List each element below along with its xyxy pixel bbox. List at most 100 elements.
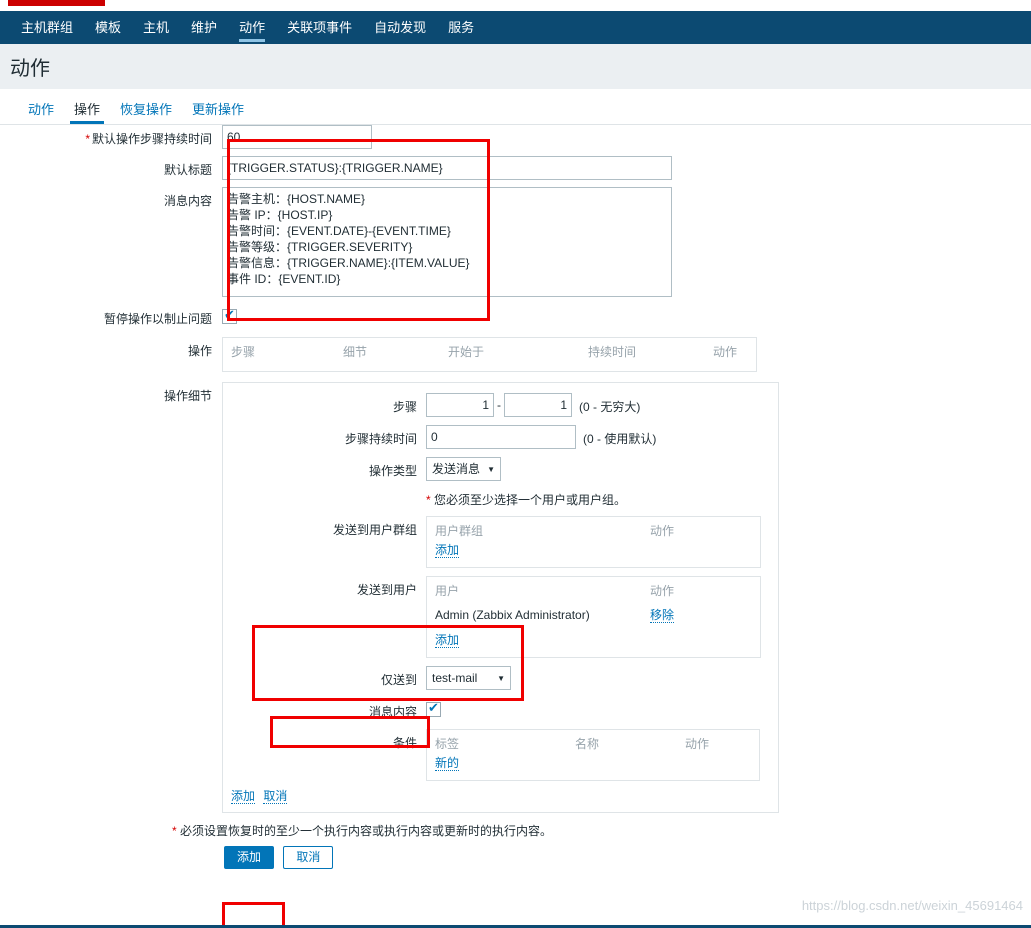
- user-groups-table: 用户群组 添加 动作: [426, 516, 761, 568]
- conditions-table: 标签 新的 名称 动作: [426, 729, 760, 781]
- label-message-body: 消息内容: [163, 194, 212, 208]
- tab-operations[interactable]: 操作: [64, 103, 110, 124]
- page-title: 动作: [10, 58, 50, 80]
- step-to-input[interactable]: [504, 393, 572, 417]
- form-footer-buttons: 添加 取消: [224, 846, 1031, 869]
- label-send-to-users: 发送到用户: [356, 583, 417, 597]
- operation-panel-add-link[interactable]: 添加: [231, 789, 256, 804]
- user-groups-table-actions: 动作: [642, 517, 760, 567]
- default-subject-input[interactable]: [222, 156, 672, 180]
- column-start-in: 开始于: [448, 345, 485, 359]
- field-pause-operations: 暂停操作以制止问题: [0, 305, 1031, 327]
- steps-hint: (0 - 无穷大): [579, 400, 641, 414]
- user-groups-add-link[interactable]: 添加: [435, 543, 460, 558]
- users-add-row: 添加: [435, 631, 634, 650]
- label-operation-type: 操作类型: [368, 464, 417, 478]
- page-header-bar: [0, 44, 1031, 89]
- users-table: 用户 Admin (Zabbix Administrator) 添加 动作 移除: [426, 576, 761, 658]
- users-add-link[interactable]: 添加: [435, 633, 460, 648]
- column-details: 细节: [343, 345, 368, 359]
- conditions-new-link[interactable]: 新的: [435, 756, 460, 771]
- nav-item-host-groups[interactable]: 主机群组: [10, 11, 84, 44]
- column-action: 动作: [713, 345, 738, 359]
- field-send-to-user-groups: 发送到用户群组 用户群组 添加 动作: [223, 516, 778, 568]
- tab-recovery-operations[interactable]: 恢复操作: [110, 103, 182, 124]
- field-steps: 步骤 - (0 - 无穷大): [223, 393, 778, 417]
- nav-item-actions[interactable]: 动作: [228, 11, 276, 44]
- label-pause-operations: 暂停操作以制止问题: [103, 312, 212, 326]
- users-row-name: Admin (Zabbix Administrator): [435, 608, 590, 622]
- label-steps: 步骤: [392, 400, 417, 414]
- label-send-only-to: 仅送到: [380, 673, 417, 687]
- operation-panel-cancel-link[interactable]: 取消: [263, 789, 288, 804]
- conditions-column-action: 动作: [685, 737, 710, 751]
- operation-panel-actions: 添加 取消: [223, 789, 778, 804]
- label-default-step-duration: * 默认操作步骤持续时间: [85, 132, 212, 146]
- user-groups-add-row: 添加: [435, 541, 634, 560]
- row-required-note: * 您必须至少选择一个用户或用户组。: [223, 489, 778, 508]
- label-step-duration: 步骤持续时间: [344, 432, 417, 446]
- field-operation-type: 操作类型 发送消息: [223, 457, 778, 482]
- conditions-action-column: 动作: [685, 735, 709, 773]
- nav-item-hosts[interactable]: 主机: [132, 11, 180, 44]
- conditions-column-label: 标签: [435, 737, 460, 751]
- step-duration-input[interactable]: [426, 425, 576, 449]
- zabbix-action-operations-page: 主机群组 模板 主机 维护 动作 关联项事件 自动发现 服务 动作 动作 操作 …: [0, 0, 1031, 928]
- conditions-column-name: 名称: [575, 737, 600, 751]
- conditions-table-body: 标签 新的 名称 动作: [427, 730, 759, 780]
- pause-operations-checkbox[interactable]: [222, 307, 237, 324]
- conditions-new-row: 新的: [435, 754, 575, 773]
- submit-button[interactable]: 添加: [224, 846, 275, 869]
- users-table-actions: 动作 移除: [642, 577, 760, 657]
- operation-details-panel: 步骤 - (0 - 无穷大) 步骤持续时间 (0 - 使用默认) 操作类型 发送…: [222, 382, 779, 813]
- field-send-only-to: 仅送到 test-mail: [223, 666, 778, 691]
- column-step: 步骤: [231, 345, 256, 359]
- operations-table: 步骤 细节 开始于 持续时间 动作: [222, 337, 757, 372]
- footer-note-asterisk: *: [172, 824, 177, 838]
- required-note: * 您必须至少选择一个用户或用户组。: [426, 493, 627, 507]
- user-groups-column-header: 用户群组: [435, 524, 484, 538]
- step-from-input[interactable]: [426, 393, 494, 417]
- label-send-to-user-groups: 发送到用户群组: [332, 523, 417, 537]
- field-send-to-users: 发送到用户 用户 Admin (Zabbix Administrator) 添加…: [223, 576, 778, 658]
- nav-item-services[interactable]: 服务: [437, 11, 485, 44]
- field-message-body: 消息内容 告警主机：{HOST.NAME} 告警 IP：{HOST.IP} 告警…: [0, 187, 1031, 297]
- custom-message-checkbox[interactable]: [426, 700, 441, 717]
- nav-item-templates[interactable]: 模板: [84, 11, 132, 44]
- nav-item-maintenance[interactable]: 维护: [180, 11, 228, 44]
- field-custom-message: 消息内容: [223, 698, 778, 720]
- send-only-to-select[interactable]: test-mail: [426, 666, 511, 691]
- user-groups-action-header: 动作: [650, 524, 675, 538]
- main-navigation: 主机群组 模板 主机 维护 动作 关联项事件 自动发现 服务: [0, 11, 1031, 44]
- users-action-header: 动作: [650, 584, 675, 598]
- required-asterisk: *: [85, 132, 90, 146]
- label-spacer-required-note: [223, 489, 426, 494]
- field-operation-details: 操作细节 步骤 - (0 - 无穷大) 步骤持续时间 (0 - 使用默认): [0, 382, 1031, 813]
- message-body-textarea[interactable]: 告警主机：{HOST.NAME} 告警 IP：{HOST.IP} 告警时间：{E…: [222, 187, 672, 297]
- step-range-separator: -: [497, 398, 501, 412]
- label-conditions: 条件: [392, 736, 417, 750]
- label-operations: 操作: [187, 344, 212, 358]
- operation-type-select[interactable]: 发送消息: [426, 457, 502, 482]
- operations-form: *默认操作步骤持续时间 默认标题 消息内容 告警主机：{HOST.NAME} 告…: [0, 125, 1031, 869]
- field-default-subject: 默认标题: [0, 156, 1031, 180]
- field-default-step-duration: * 默认操作步骤持续时间: [0, 125, 1031, 149]
- column-duration: 持续时间: [588, 345, 637, 359]
- cancel-button[interactable]: 取消: [283, 846, 334, 869]
- nav-item-event-correlation[interactable]: 关联项事件: [276, 11, 363, 44]
- tab-update-operations[interactable]: 更新操作: [182, 103, 254, 124]
- default-step-duration-input[interactable]: [222, 125, 372, 149]
- nav-item-discovery[interactable]: 自动发现: [363, 11, 437, 44]
- users-remove-link[interactable]: 移除: [650, 608, 675, 623]
- field-conditions: 条件 标签 新的 名称 动作: [223, 729, 778, 781]
- watermark-text: https://blog.csdn.net/weixin_45691464: [801, 898, 1023, 913]
- conditions-label-column: 标签 新的: [435, 735, 575, 773]
- conditions-name-column: 名称: [575, 735, 685, 773]
- user-groups-table-names: 用户群组 添加: [427, 517, 642, 567]
- field-step-duration: 步骤持续时间 (0 - 使用默认): [223, 425, 778, 449]
- label-operation-details: 操作细节: [163, 389, 212, 403]
- field-operations-table: 操作 步骤 细节 开始于 持续时间 动作: [0, 337, 1031, 372]
- users-table-names: 用户 Admin (Zabbix Administrator) 添加: [427, 577, 642, 657]
- users-column-header: 用户: [435, 584, 460, 598]
- tab-action[interactable]: 动作: [18, 103, 64, 124]
